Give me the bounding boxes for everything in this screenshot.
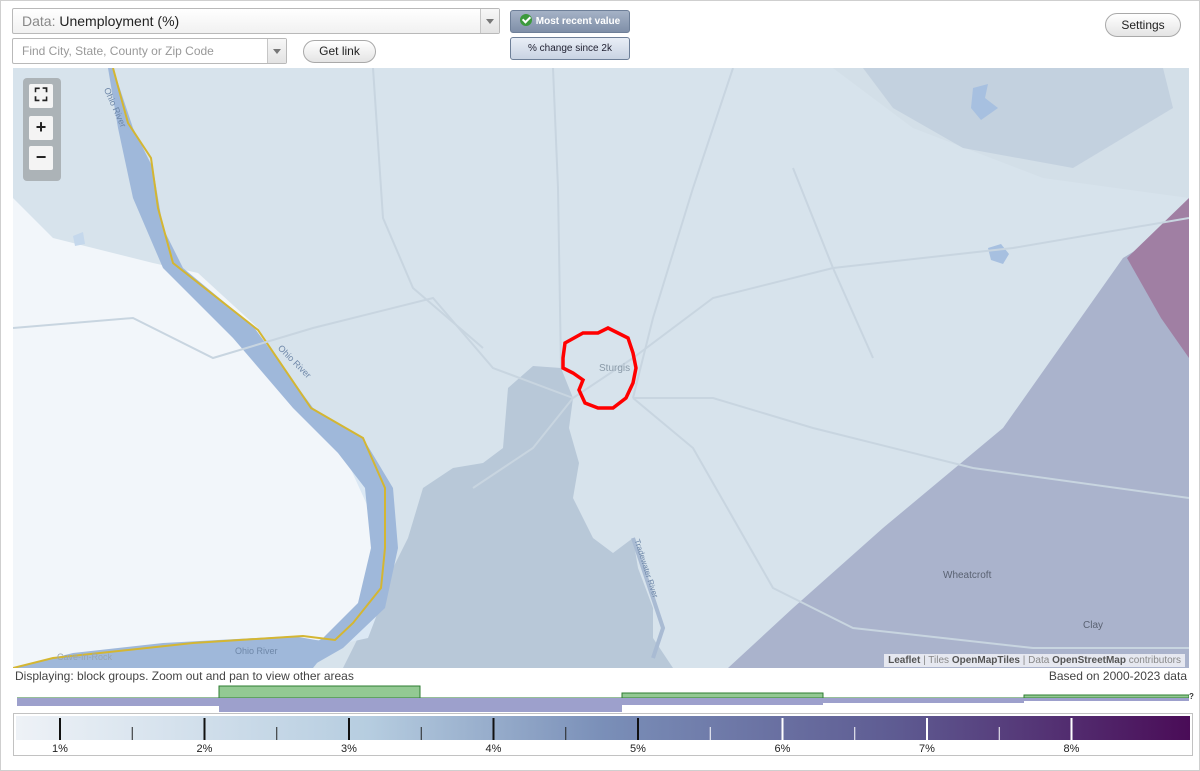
scale-tick-label: 3%	[341, 743, 357, 755]
app-frame: Data: Unemployment (%) Get link Most rec…	[0, 0, 1200, 771]
scale-tick-label: 2%	[197, 743, 213, 755]
scale-tick-label: 1%	[52, 743, 68, 755]
scale-tick-label: 4%	[486, 743, 502, 755]
zoom-out-button[interactable]: −	[29, 146, 53, 170]
data-range-note: Based on 2000-2023 data	[1048, 669, 1187, 683]
settings-button[interactable]: Settings	[1105, 13, 1181, 37]
zoom-in-button[interactable]: +	[29, 116, 53, 140]
check-icon	[519, 14, 532, 26]
change-since-2k-toggle[interactable]: % change since 2k	[510, 37, 630, 60]
location-search[interactable]	[12, 38, 287, 64]
openstreetmap-link[interactable]: OpenStreetMap	[1052, 655, 1126, 666]
color-scale-bar: 1% 2% 3% 4% 5% 6% 7% 8%	[16, 716, 1190, 755]
map-label-wheatcroft: Wheatcroft	[943, 570, 992, 581]
map-label-city: Sturgis	[599, 363, 631, 374]
openmaptiles-link[interactable]: OpenMapTiles	[952, 655, 1020, 666]
fullscreen-icon[interactable]: ⛶	[29, 84, 53, 108]
unknown-marker: ?	[1189, 692, 1194, 701]
chevron-down-icon[interactable]	[480, 9, 499, 33]
scale-tick-label: 5%	[630, 743, 646, 755]
map-attribution: Leaflet | Tiles OpenMapTiles | Data Open…	[884, 654, 1185, 667]
most-recent-toggle[interactable]: Most recent value	[510, 10, 630, 33]
map-label-clay: Clay	[1083, 620, 1104, 631]
get-link-button[interactable]: Get link	[303, 40, 376, 63]
data-selector[interactable]: Data: Unemployment (%)	[12, 8, 500, 34]
map-label-cave-in-rock: Cave-In-Rock	[57, 652, 113, 662]
leaflet-link[interactable]: Leaflet	[888, 655, 920, 666]
scale-tick-label: 8%	[1064, 743, 1080, 755]
data-selector-value: Unemployment (%)	[59, 13, 180, 29]
displaying-note: Displaying: block groups. Zoom out and p…	[15, 669, 354, 683]
search-input[interactable]	[13, 39, 272, 63]
scale-tick-label: 6%	[775, 743, 791, 755]
map-label-river3: Ohio River	[235, 646, 278, 656]
zoom-control: ⛶ + −	[23, 78, 61, 181]
distribution-histogram	[17, 685, 1189, 712]
scale-tick-label: 7%	[919, 743, 935, 755]
data-selector-label: Data: Unemployment (%)	[22, 13, 180, 29]
map-canvas[interactable]: Sturgis Ohio River Ohio River Ohio River…	[13, 68, 1189, 668]
search-dropdown-icon[interactable]	[267, 39, 286, 63]
